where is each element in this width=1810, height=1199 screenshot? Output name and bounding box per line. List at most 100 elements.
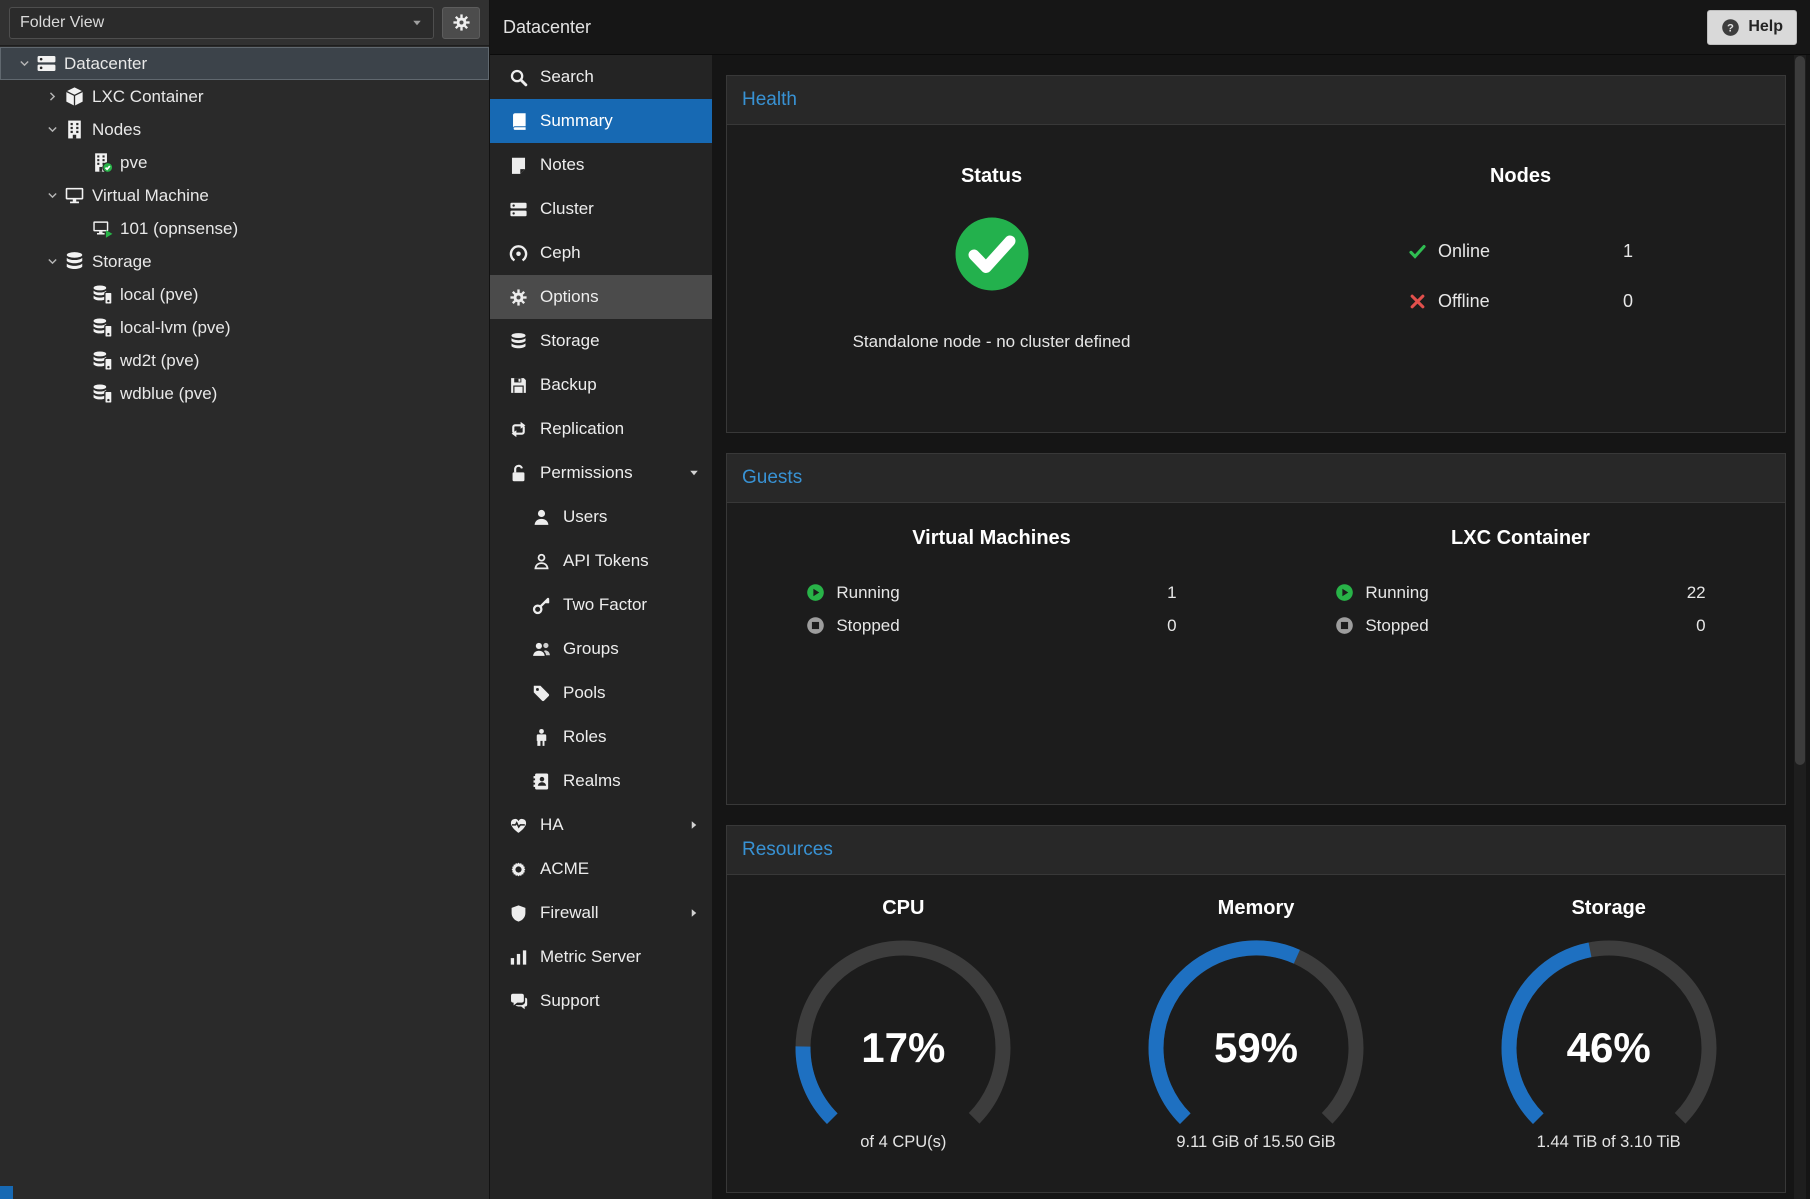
chevron-right-icon[interactable] [40, 90, 64, 104]
nodes-status-table: Online 1 Offline 0 [1408, 226, 1633, 326]
nav-item-options[interactable]: Options [490, 275, 712, 319]
storage-gauge-subtitle: 1.44 TiB of 3.10 TiB [1489, 1133, 1729, 1152]
nav-item-users[interactable]: Users [490, 495, 712, 539]
tree-item-label: Datacenter [64, 54, 147, 74]
chevron-down-icon[interactable] [40, 255, 64, 269]
user-icon [532, 508, 551, 527]
monitor-icon [64, 185, 85, 206]
nav-item-api-tokens[interactable]: API Tokens [490, 539, 712, 583]
cpu-gauge-title: CPU [727, 897, 1080, 920]
lxc-heading: LXC Container [1256, 527, 1785, 550]
check-icon [1408, 242, 1427, 261]
gear-icon [509, 288, 528, 307]
nav-item-permissions[interactable]: Permissions [490, 451, 712, 495]
nodes-status-column: Nodes Online 1 Offline 0 [1256, 125, 1785, 352]
tree-item-pve[interactable]: pve [0, 146, 489, 179]
expander-spacer [68, 387, 92, 401]
nav-item-label: Ceph [540, 243, 581, 263]
nav-item-firewall[interactable]: Firewall [490, 891, 712, 935]
health-panel-header: Health [727, 76, 1785, 125]
cpu-gauge-value: 17% [783, 1024, 1023, 1072]
resources-panel-title: Resources [742, 839, 833, 861]
help-button[interactable]: ? Help [1707, 10, 1797, 45]
vertical-scrollbar[interactable] [1794, 55, 1806, 1199]
memory-gauge: Memory 59% 9.11 GiB of 15.50 GiB [1080, 875, 1433, 1154]
tree-item-datacenter[interactable]: Datacenter [0, 47, 489, 80]
vm-running-icon [92, 218, 113, 239]
tree-item-local-lvm-pve[interactable]: local-lvm (pve) [0, 311, 489, 344]
heartbeat-icon [509, 816, 528, 835]
nav-item-pools[interactable]: Pools [490, 671, 712, 715]
vm-heading: Virtual Machines [727, 527, 1256, 550]
expander-spacer [68, 156, 92, 170]
nav-item-groups[interactable]: Groups [490, 627, 712, 671]
svg-text:?: ? [1727, 22, 1734, 34]
nav-item-replication[interactable]: Replication [490, 407, 712, 451]
storage-disk-icon [92, 350, 113, 371]
online-count: 1 [1623, 241, 1633, 262]
nav-item-support[interactable]: Support [490, 979, 712, 1023]
tree-item-wd2t-pve[interactable]: wd2t (pve) [0, 344, 489, 377]
lxc-stopped-row: Stopped 0 [1335, 609, 1705, 642]
nav-item-metric-server[interactable]: Metric Server [490, 935, 712, 979]
storage-gauge-value: 46% [1489, 1024, 1729, 1072]
expander-spacer [68, 222, 92, 236]
nav-item-label: Replication [540, 419, 624, 439]
tree-item-101-opnsense[interactable]: 101 (opnsense) [0, 212, 489, 245]
server-icon [509, 200, 528, 219]
nav-item-label: Permissions [540, 463, 633, 483]
nav-item-storage[interactable]: Storage [490, 319, 712, 363]
tree-item-wdblue-pve[interactable]: wdblue (pve) [0, 377, 489, 410]
tree-item-label: wdblue (pve) [120, 384, 217, 404]
tree-item-lxc-container[interactable]: LXC Container [0, 80, 489, 113]
nav-item-acme[interactable]: ACME [490, 847, 712, 891]
nav-item-search[interactable]: Search [490, 55, 712, 99]
nav-item-label: Roles [563, 727, 606, 747]
chevron-down-icon[interactable] [12, 57, 36, 71]
nav-item-ha[interactable]: HA [490, 803, 712, 847]
scrollbar-thumb[interactable] [1795, 56, 1805, 765]
nav-item-label: Realms [563, 771, 621, 791]
nav-item-roles[interactable]: Roles [490, 715, 712, 759]
question-circle-icon: ? [1721, 18, 1740, 37]
cpu-gauge-chart: 17% of 4 CPU(s) [783, 928, 1023, 1154]
chevron-down-icon[interactable] [40, 189, 64, 203]
status-heading: Status [727, 165, 1256, 188]
content-body: Search SummaryNotesCluster Ceph OptionsStor… [490, 55, 1810, 1199]
proxmox-app: Folder View Datacenter LXC Container Nodes… [0, 0, 1810, 1199]
vm-stopped-row: Stopped 0 [806, 609, 1176, 642]
lxc-status-table: Running 22 Stopped 0 [1335, 576, 1705, 642]
nav-item-label: Search [540, 67, 594, 87]
tree-item-nodes[interactable]: Nodes [0, 113, 489, 146]
certificate-icon [509, 860, 528, 879]
lxc-running-label: Running [1365, 583, 1428, 603]
expander-spacer [68, 354, 92, 368]
tree-item-label: local-lvm (pve) [120, 318, 231, 338]
content-column: Datacenter ? Help SearchSummaryNotesClus… [490, 0, 1810, 1199]
tree-item-label: LXC Container [92, 87, 204, 107]
section-nav: Search SummaryNotesCluster Ceph OptionsStor… [490, 55, 712, 1199]
nav-item-label: Support [540, 991, 600, 1011]
tree-item-local-pve[interactable]: local (pve) [0, 278, 489, 311]
nav-item-realms[interactable]: Realms [490, 759, 712, 803]
online-label: Online [1438, 241, 1490, 262]
nav-item-label: Users [563, 507, 607, 527]
nav-item-summary[interactable]: Summary [490, 99, 712, 143]
tree-settings-button[interactable] [442, 7, 480, 39]
vm-running-label: Running [836, 583, 899, 603]
chevron-down-icon[interactable] [40, 123, 64, 137]
nav-item-two-factor[interactable]: Two Factor [490, 583, 712, 627]
resource-tree: Datacenter LXC Container Nodespve Virtual M… [0, 46, 489, 1199]
nav-item-label: ACME [540, 859, 589, 879]
nav-item-backup[interactable]: Backup [490, 363, 712, 407]
nodes-offline-row: Offline 0 [1408, 276, 1633, 326]
tree-item-storage[interactable]: Storage [0, 245, 489, 278]
nav-item-cluster[interactable]: Cluster [490, 187, 712, 231]
view-mode-select[interactable]: Folder View [9, 7, 434, 39]
nav-item-notes[interactable]: Notes [490, 143, 712, 187]
tree-item-virtual-machine[interactable]: Virtual Machine [0, 179, 489, 212]
nav-item-ceph[interactable]: Ceph [490, 231, 712, 275]
cpu-gauge: CPU 17% of 4 CPU(s) [727, 875, 1080, 1154]
tree-item-label: Virtual Machine [92, 186, 209, 206]
caret-right-icon [688, 907, 700, 919]
